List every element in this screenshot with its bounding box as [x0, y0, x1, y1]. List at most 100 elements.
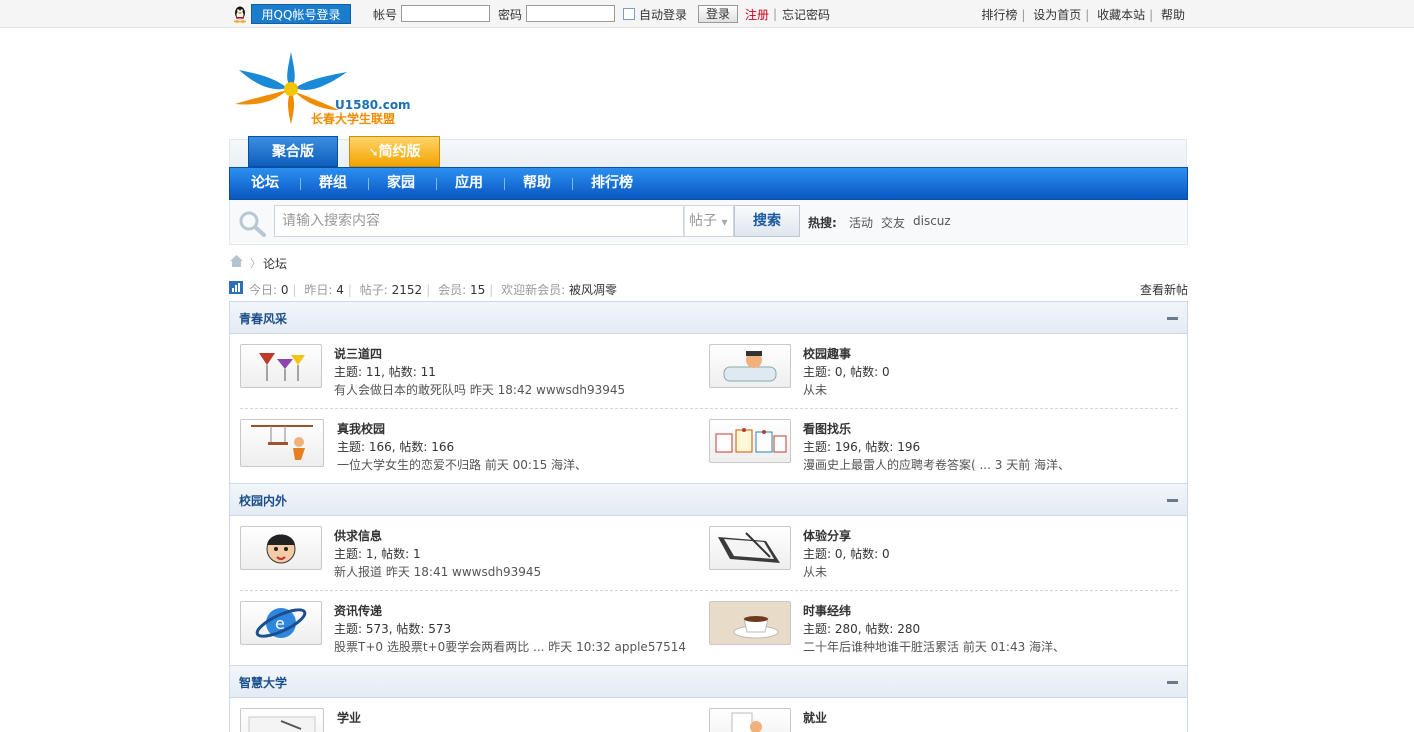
home-icon[interactable]: [229, 254, 244, 268]
hot-word-link[interactable]: 交友: [881, 214, 905, 231]
forum-counts: 主题: 0, 帖数: 0: [803, 547, 890, 561]
search-type-label: 帖子: [689, 213, 717, 229]
forgot-password-link[interactable]: 忘记密码: [782, 6, 830, 23]
pinned-notes-icon[interactable]: [709, 419, 791, 463]
forum-divider: [240, 408, 1178, 409]
forum-name[interactable]: 说三道四: [334, 345, 382, 362]
divider: |: [1021, 8, 1026, 22]
set-homepage-link[interactable]: 设为首页: [1033, 8, 1081, 22]
forum-last-post[interactable]: 二十年后谁种地谁干脏活累活 前天 01:43 海洋、: [803, 638, 1065, 655]
forum-last-post[interactable]: 有人会做日本的敢死队吗 昨天 18:42 wwwsdh93945: [334, 381, 625, 398]
forum-counts: 主题: 573, 帖数: 573: [334, 622, 452, 636]
collapse-icon[interactable]: [1167, 681, 1178, 684]
search-type-select[interactable]: 帖子 ▼: [684, 205, 734, 237]
today-count: 0: [280, 283, 289, 297]
login-bar: 用QQ帐号登录 帐号 密码 自动登录 登录 注册 | 忘记密码 排行榜 | 设为首…: [229, 4, 1187, 24]
forum-item: 时事经纬 主题: 280, 帖数: 280 二十年后谁种地谁干脏活累活 前天 0…: [709, 601, 1169, 669]
forum-item: e 资讯传递 主题: 573, 帖数: 573 股票T+0 选股票t+0要学会两…: [240, 601, 700, 669]
forum-counts: 主题: 280, 帖数: 280: [803, 622, 921, 636]
forum-last-post[interactable]: 股票T+0 选股票t+0要学会两看两比 ... 昨天 10:32 apple57…: [334, 638, 686, 655]
coffee-cup-icon[interactable]: [709, 601, 791, 645]
category-title[interactable]: 智慧大学: [239, 674, 287, 691]
category-title[interactable]: 校园内外: [239, 492, 287, 509]
site-logo[interactable]: U1580.com 长春大学生联盟: [229, 48, 411, 128]
forum-name[interactable]: 就业: [803, 709, 827, 726]
bookmark-link[interactable]: 收藏本站: [1097, 8, 1145, 22]
job-person-icon[interactable]: [709, 708, 791, 732]
divider: |: [426, 283, 431, 297]
forum-last-post[interactable]: 新人报道 昨天 18:41 wwwsdh93945: [334, 563, 541, 580]
view-new-posts-link[interactable]: 查看新帖: [1140, 281, 1188, 298]
divider: |: [773, 7, 778, 21]
welcome-member-link[interactable]: 被风凋零: [569, 283, 617, 297]
search-input[interactable]: 请输入搜索内容: [274, 205, 684, 237]
forum-item: 校园趣事 主题: 0, 帖数: 0 从未: [709, 344, 1169, 412]
category-body: 供求信息 主题: 1, 帖数: 1 新人报道 昨天 18:41 wwwsdh93…: [229, 516, 1188, 665]
search-button[interactable]: 搜索: [734, 205, 800, 237]
search-bar: 请输入搜索内容 帖子 ▼ 搜索 热搜: 活动 交友 discuz: [229, 200, 1188, 245]
auto-login-checkbox[interactable]: [623, 8, 635, 20]
forum-item: 体验分享 主题: 0, 帖数: 0 从未: [709, 526, 1169, 594]
forum-name[interactable]: 学业: [337, 709, 361, 726]
forum-name[interactable]: 供求信息: [334, 527, 382, 544]
yesterday-count: 4: [336, 283, 344, 297]
forum-last-post: 从未: [803, 565, 828, 579]
breadcrumb-separator: 〉: [250, 257, 261, 270]
posts-count: 2152: [391, 283, 423, 297]
cocktail-glasses-icon[interactable]: [240, 344, 322, 388]
forum-name[interactable]: 看图找乐: [803, 420, 851, 437]
category-title[interactable]: 青春风采: [239, 310, 287, 327]
forum-counts: 主题: 196, 帖数: 196: [803, 440, 921, 454]
breadcrumb-current[interactable]: 论坛: [263, 255, 287, 272]
swing-girl-icon[interactable]: [240, 419, 324, 467]
nav-apps[interactable]: 应用: [455, 168, 483, 199]
cartoon-face-icon[interactable]: [240, 526, 322, 570]
category-body: 说三道四 主题: 11, 帖数: 11 有人会做日本的敢死队吗 昨天 18:42…: [229, 334, 1188, 483]
qq-login-button[interactable]: 用QQ帐号登录: [251, 4, 351, 24]
nav-groups[interactable]: 群组: [319, 168, 347, 199]
collapse-icon[interactable]: [1167, 317, 1178, 320]
tab-simple[interactable]: ➘简约版: [349, 136, 440, 167]
forum-name[interactable]: 体验分享: [803, 527, 851, 544]
ranking-link[interactable]: 排行榜: [981, 8, 1017, 22]
forum-counts: 主题: 1, 帖数: 1: [334, 547, 421, 561]
register-link[interactable]: 注册: [745, 6, 769, 23]
forum-name[interactable]: 真我校园: [337, 420, 385, 437]
login-button[interactable]: 登录: [698, 5, 738, 23]
nav-ranking[interactable]: 排行榜: [591, 168, 633, 199]
collapse-icon[interactable]: [1167, 499, 1178, 502]
forum-item: 供求信息 主题: 1, 帖数: 1 新人报道 昨天 18:41 wwwsdh93…: [240, 526, 700, 594]
forum-name[interactable]: 资讯传递: [334, 602, 382, 619]
nav-forum[interactable]: 论坛: [251, 168, 279, 199]
nav-help[interactable]: 帮助: [523, 168, 551, 199]
tab-aggregate[interactable]: 聚合版: [248, 136, 338, 167]
divider: |: [1085, 8, 1090, 22]
bathtub-cartoon-icon[interactable]: [709, 344, 791, 388]
forum-counts: 主题: 0, 帖数: 0: [803, 365, 890, 379]
forum-stats: 今日: 0 | 昨日: 4 | 帖子: 2152 | 会员: 15 | 欢迎新会员: 被…: [249, 281, 617, 298]
password-input[interactable]: [526, 5, 615, 22]
account-input[interactable]: [401, 5, 490, 22]
search-icon: [239, 211, 266, 237]
study-desk-icon[interactable]: [240, 708, 324, 732]
help-link[interactable]: 帮助: [1161, 8, 1185, 22]
members-count: 15: [469, 283, 486, 297]
divider: |: [1149, 8, 1154, 22]
logo-name-text: 长春大学生联盟: [311, 112, 396, 126]
notebook-pen-icon[interactable]: [709, 526, 791, 570]
forum-last-post[interactable]: 一位大学女生的恋爱不归路 前天 00:15 海洋、: [337, 456, 587, 473]
yesterday-label: 昨日:: [304, 283, 333, 297]
nav-divider: [504, 178, 505, 190]
category-header: 青春风采: [229, 301, 1188, 334]
forum-name[interactable]: 时事经纬: [803, 602, 851, 619]
divider: |: [347, 283, 352, 297]
forum-last-post[interactable]: 漫画史上最雷人的应聘考卷答案( ... 3 天前 海洋、: [803, 456, 1070, 473]
forum-item: 看图找乐 主题: 196, 帖数: 196 漫画史上最雷人的应聘考卷答案( ..…: [709, 419, 1169, 487]
nav-home[interactable]: 家园: [387, 168, 415, 199]
nav-divider: [572, 178, 573, 190]
hot-word-link[interactable]: 活动: [849, 214, 873, 231]
tab-simple-label: 简约版: [378, 144, 421, 160]
forum-name[interactable]: 校园趣事: [803, 345, 851, 362]
hot-word-link[interactable]: discuz: [913, 214, 951, 228]
internet-globe-icon[interactable]: e: [240, 601, 322, 645]
